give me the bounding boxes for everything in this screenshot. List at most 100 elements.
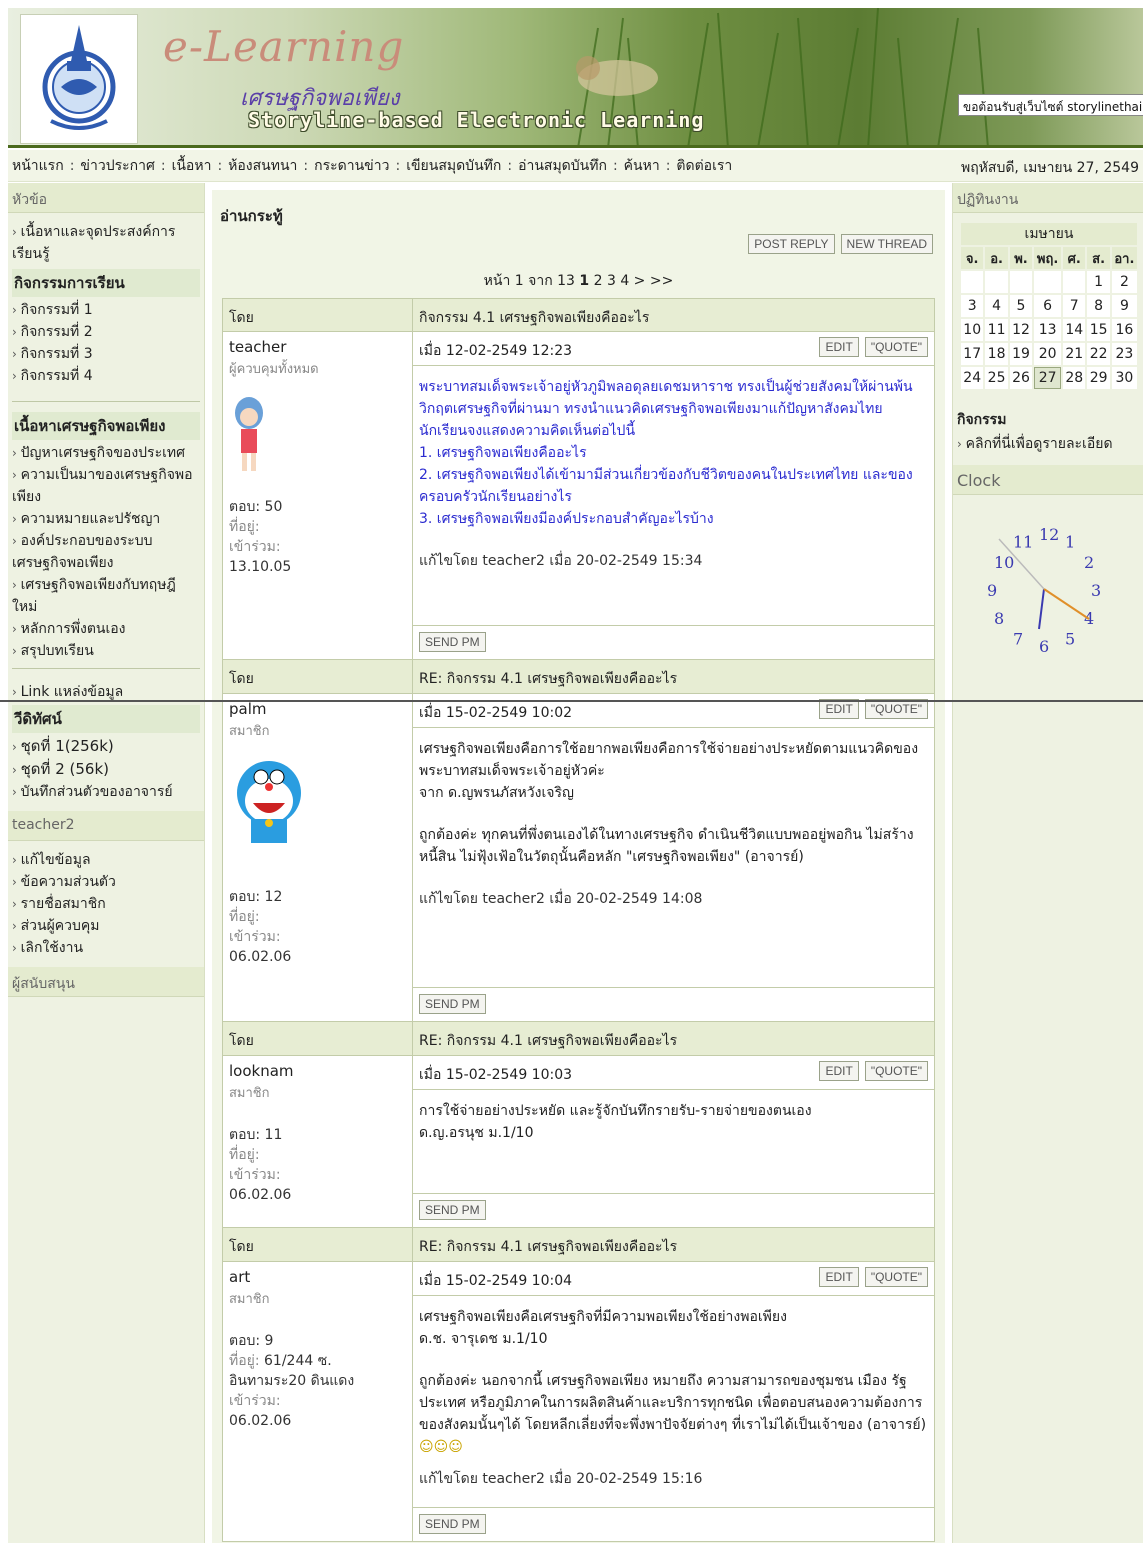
author-joined-date: 13.10.05 bbox=[229, 559, 292, 575]
pagination: หน้า 1 จาก 13 1 2 3 4 > >> bbox=[212, 270, 945, 292]
page-title: อ่านกระทู้ bbox=[220, 207, 283, 225]
calendar-day[interactable]: 22 bbox=[1087, 343, 1110, 365]
sidebar-item-content-7[interactable]: สรุปบทเรียน bbox=[12, 640, 200, 662]
calendar-day[interactable]: 21 bbox=[1063, 343, 1086, 365]
calendar-day[interactable]: 8 bbox=[1087, 295, 1110, 317]
edit-button[interactable]: EDIT bbox=[819, 1267, 859, 1287]
author-role: สมาชิก bbox=[229, 1292, 270, 1307]
sidebar-item-video-2[interactable]: ชุดที่ 2 (56k) bbox=[12, 758, 200, 781]
nav-content[interactable]: เนื้อหา bbox=[172, 155, 212, 177]
nav-news[interactable]: ข่าวประกาศ bbox=[80, 155, 154, 177]
calendar-day[interactable]: 24 bbox=[961, 367, 984, 389]
sidebar-item-content-2[interactable]: ความเป็นมาของเศรษฐกิจพอเพียง bbox=[12, 464, 200, 508]
post-header-row: โดย RE: กิจกรรม 4.1 เศรษฐกิจพอเพียงคืออะ… bbox=[222, 1228, 935, 1262]
calendar-day[interactable]: 29 bbox=[1087, 367, 1110, 389]
nav-home[interactable]: หน้าแรก bbox=[12, 155, 64, 177]
author-name[interactable]: teacher bbox=[229, 338, 406, 356]
calendar-day[interactable]: 17 bbox=[961, 343, 984, 365]
calendar-day[interactable]: 14 bbox=[1063, 319, 1086, 341]
calendar-day[interactable]: 2 bbox=[1111, 271, 1137, 293]
calendar-day[interactable]: 1 bbox=[1087, 271, 1110, 293]
calendar-day bbox=[1034, 271, 1062, 293]
calendar-day[interactable]: 20 bbox=[1034, 343, 1062, 365]
smiley-icons: ☺☺☺ bbox=[419, 1439, 463, 1455]
post-body: พระบาทสมเด็จพระเจ้าอยู่หัวภูมิพลอดุลยเดช… bbox=[413, 366, 934, 582]
sidebar-item-intro[interactable]: เนื้อหาและจุดประสงค์การเรียนรู้ bbox=[12, 221, 200, 265]
clock-number: 9 bbox=[987, 581, 997, 600]
avatar bbox=[229, 395, 406, 479]
calendar-day[interactable]: 27 bbox=[1034, 367, 1062, 389]
nav-write-journal[interactable]: เขียนสมุดบันทึก bbox=[406, 155, 501, 177]
new-thread-button[interactable]: NEW THREAD bbox=[840, 234, 933, 254]
author-name[interactable]: art bbox=[229, 1268, 406, 1286]
edit-button[interactable]: EDIT bbox=[819, 1061, 859, 1081]
calendar-day[interactable]: 7 bbox=[1063, 295, 1086, 317]
top-navigation: หน้าแรก: ข่าวประกาศ: เนื้อหา: ห้องสนทนา:… bbox=[8, 150, 1143, 182]
calendar-day[interactable]: 4 bbox=[985, 295, 1008, 317]
calendar-day[interactable]: 3 bbox=[961, 295, 984, 317]
quote-button[interactable]: "QUOTE" bbox=[864, 699, 928, 719]
send-pm-button[interactable]: SEND PM bbox=[419, 1514, 486, 1534]
author-name[interactable]: looknam bbox=[229, 1062, 406, 1080]
calendar-day[interactable]: 12 bbox=[1009, 319, 1033, 341]
send-pm-button[interactable]: SEND PM bbox=[419, 994, 486, 1014]
edit-button[interactable]: EDIT bbox=[819, 699, 859, 719]
sidebar-item-private-messages[interactable]: ข้อความส่วนตัว bbox=[12, 871, 200, 893]
calendar-day[interactable]: 13 bbox=[1034, 319, 1062, 341]
clock-number: 12 bbox=[1039, 525, 1059, 544]
calendar-day[interactable]: 23 bbox=[1111, 343, 1137, 365]
calendar-day[interactable]: 6 bbox=[1034, 295, 1062, 317]
sidebar-item-content-1[interactable]: ปัญหาเศรษฐกิจของประเทศ bbox=[12, 442, 200, 464]
post-reply-button[interactable]: POST REPLY bbox=[748, 234, 835, 254]
author-joined-date: 06.02.06 bbox=[229, 1413, 292, 1429]
nav-chatroom[interactable]: ห้องสนทนา bbox=[228, 155, 297, 177]
sidebar-item-content-5[interactable]: เศรษฐกิจพอเพียงกับทฤษฎีใหม่ bbox=[12, 574, 200, 618]
nav-contact[interactable]: ติดต่อเรา bbox=[676, 155, 732, 177]
sidebar-item-edit-profile[interactable]: แก้ไขข้อมูล bbox=[12, 849, 200, 871]
quote-button[interactable]: "QUOTE" bbox=[864, 1061, 928, 1081]
nav-webboard[interactable]: กระดานข่าว bbox=[314, 155, 389, 177]
calendar-day[interactable]: 28 bbox=[1063, 367, 1086, 389]
calendar-weekday: พ. bbox=[1009, 247, 1033, 269]
edit-button[interactable]: EDIT bbox=[819, 337, 859, 357]
quote-button[interactable]: "QUOTE" bbox=[864, 337, 928, 357]
send-pm-button[interactable]: SEND PM bbox=[419, 632, 486, 652]
send-pm-button[interactable]: SEND PM bbox=[419, 1200, 486, 1220]
calendar-day[interactable]: 5 bbox=[1009, 295, 1033, 317]
calendar-day[interactable]: 11 bbox=[985, 319, 1008, 341]
sidebar-item-content-4[interactable]: องค์ประกอบของระบบเศรษฐกิจพอเพียง bbox=[12, 530, 200, 574]
teacher-reply: ถูกต้องค่ะ ทุกคนที่พึ่งตนเองได้ในทางเศรษ… bbox=[419, 827, 914, 865]
calendar-day[interactable]: 25 bbox=[985, 367, 1008, 389]
sidebar-item-content-3[interactable]: ความหมายและปรัชญา bbox=[12, 508, 200, 530]
sidebar-item-teacher-notes[interactable]: บันทึกส่วนตัวของอาจารย์ bbox=[12, 781, 200, 803]
sidebar-item-activity-4[interactable]: กิจกรรมที่ 4 bbox=[12, 365, 200, 387]
brand-tagline: Storyline-based Electronic Learning bbox=[248, 108, 705, 132]
sidebar-item-content-6[interactable]: หลักการพึ่งตนเอง bbox=[12, 618, 200, 640]
calendar-day[interactable]: 26 bbox=[1009, 367, 1033, 389]
sidebar-item-member-list[interactable]: รายชื่อสมาชิก bbox=[12, 893, 200, 915]
activity-details-link[interactable]: คลิกที่นี่เพื่อดูรายละเอียด bbox=[957, 433, 1139, 455]
calendar-day[interactable]: 16 bbox=[1111, 319, 1137, 341]
calendar-day[interactable]: 10 bbox=[961, 319, 984, 341]
sidebar-item-activity-2[interactable]: กิจกรรมที่ 2 bbox=[12, 321, 200, 343]
author-name[interactable]: palm bbox=[229, 700, 406, 718]
sidebar-divider bbox=[12, 401, 200, 402]
sidebar-item-activity-1[interactable]: กิจกรรมที่ 1 bbox=[12, 299, 200, 321]
post-date: เมื่อ 15-02-2549 10:04 bbox=[419, 1273, 573, 1289]
calendar-weekday: อา. bbox=[1111, 247, 1137, 269]
sidebar-item-admin[interactable]: ส่วนผู้ควบคุม bbox=[12, 915, 200, 937]
nav-search[interactable]: ค้นหา bbox=[624, 155, 660, 177]
calendar-day[interactable]: 9 bbox=[1111, 295, 1137, 317]
sidebar-item-logout[interactable]: เลิกใช้งาน bbox=[12, 937, 200, 959]
quote-button[interactable]: "QUOTE" bbox=[864, 1267, 928, 1287]
calendar-day[interactable]: 19 bbox=[1009, 343, 1033, 365]
calendar-day[interactable]: 18 bbox=[985, 343, 1008, 365]
author-column-label: โดย bbox=[223, 1022, 413, 1055]
post: palm สมาชิก ตอบ: 12 ที่อยู่: เข้าร่วม: 0… bbox=[222, 694, 935, 1022]
nav-read-journal[interactable]: อ่านสมุดบันทึก bbox=[518, 155, 607, 177]
pagination-pages[interactable]: 2 3 4 > >> bbox=[594, 273, 674, 289]
calendar-day[interactable]: 15 bbox=[1087, 319, 1110, 341]
sidebar-item-video-1[interactable]: ชุดที่ 1(256k) bbox=[12, 735, 200, 758]
sidebar-item-activity-3[interactable]: กิจกรรมที่ 3 bbox=[12, 343, 200, 365]
calendar-day[interactable]: 30 bbox=[1111, 367, 1137, 389]
